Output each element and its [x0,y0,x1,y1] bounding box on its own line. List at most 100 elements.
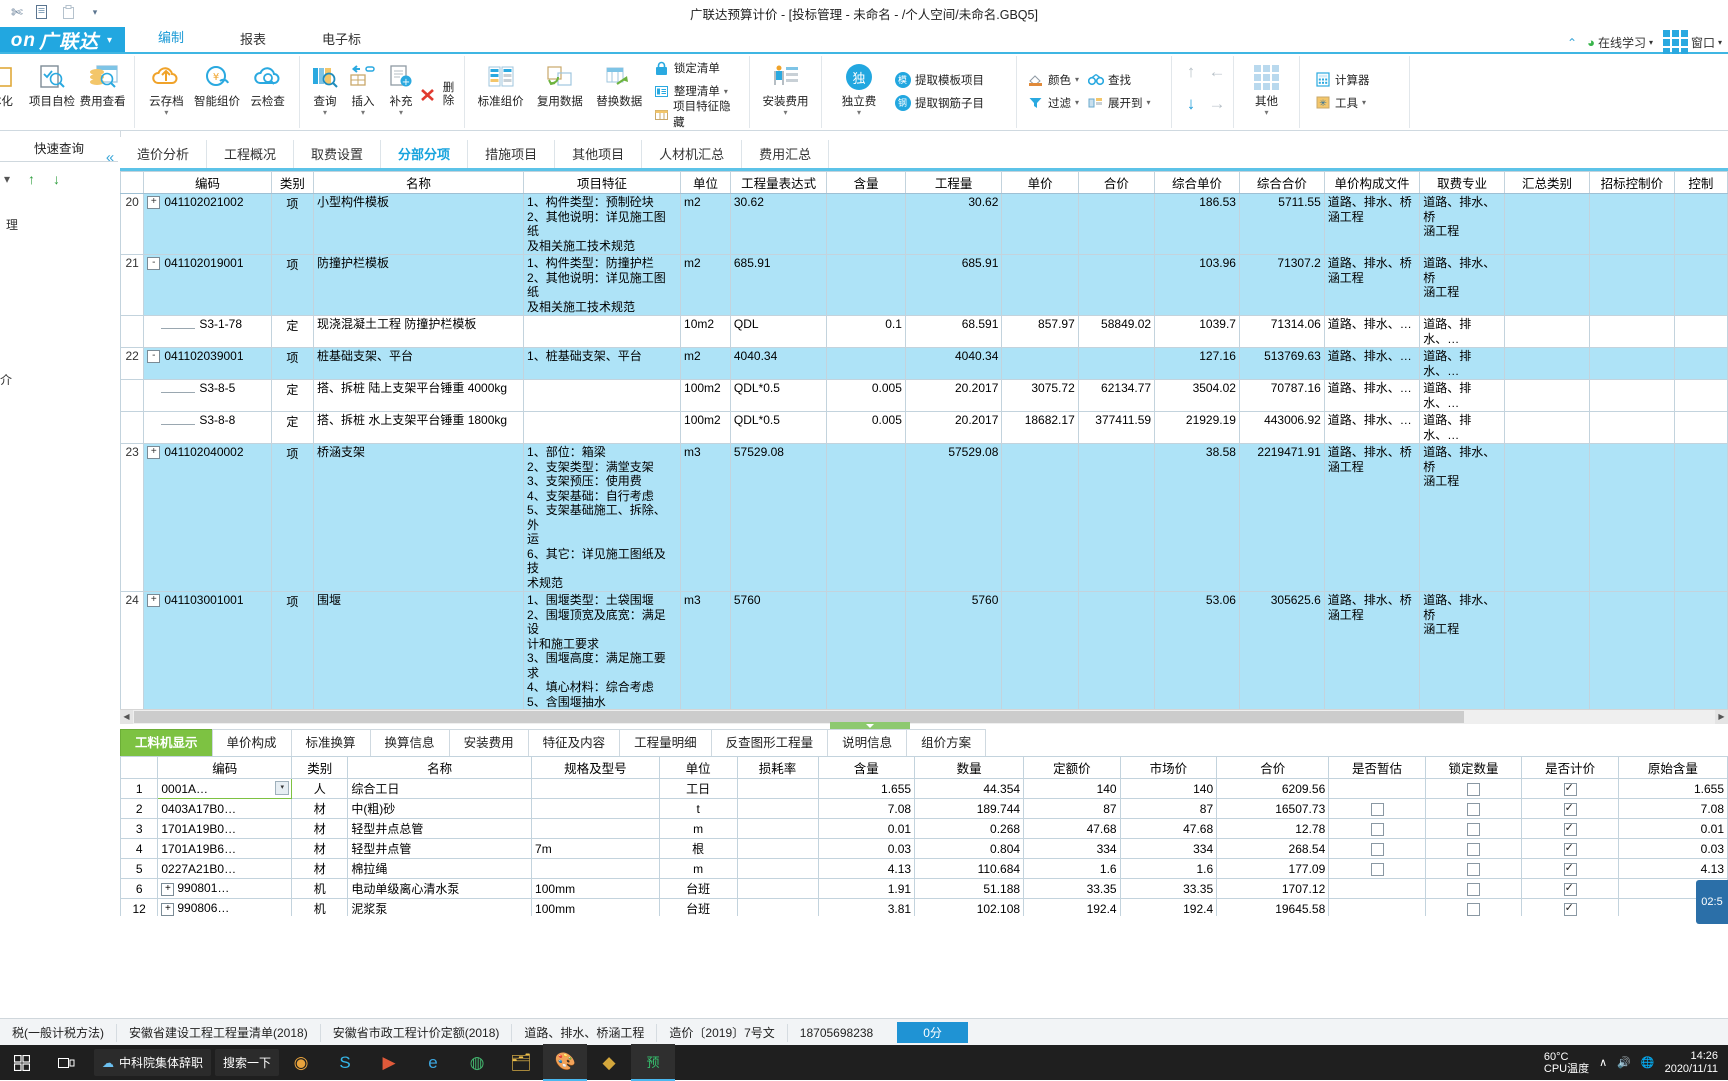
res-cell-name[interactable]: 轻型井点总管 [348,819,532,839]
res-cell-code[interactable]: +990801… [158,879,292,899]
res-cell-cat[interactable]: 材 [292,859,348,879]
cell-unit[interactable]: 100m2 [681,412,731,444]
res-cell-name[interactable]: 棉拉绳 [348,859,532,879]
res-cell-cat[interactable]: 人 [292,779,348,799]
priced-checkbox[interactable] [1564,903,1577,916]
cell-feature[interactable] [524,380,681,412]
cell-qty[interactable]: 30.62 [905,194,1002,255]
res-cell-std_price[interactable]: 334 [1024,839,1121,859]
res-cell-unit[interactable]: t [659,799,737,819]
cell-file[interactable]: 道路、排水、桥 涵工程 [1324,194,1419,255]
ribbon-button-extract-rebar[interactable]: 钢 提取钢筋子目 [894,92,984,113]
res-cell-std_price[interactable]: 87 [1024,799,1121,819]
res-cell-name[interactable]: 电动单级离心清水泵 [348,879,532,899]
cell-category[interactable]: 定 [271,380,313,412]
res-cell-unit[interactable]: 台班 [659,879,737,899]
ribbon-button-fee-view[interactable]: 费用查看 [77,56,128,130]
cell-ctrl[interactable] [1674,412,1727,444]
col-header-项目特征[interactable]: 项目特征 [524,172,681,194]
grid-horizontal-scrollbar[interactable]: ◀ ▶ [120,709,1728,724]
res-cell-content[interactable]: 1.91 [818,879,915,899]
cell-unit[interactable]: m3 [681,592,731,717]
res-cell-unit[interactable]: m [659,859,737,879]
ribbon-button-replace-data[interactable]: 替换数据 [590,56,649,130]
ribbon-button-query[interactable]: 查询 ▾ [306,56,344,130]
res-cell-qty[interactable]: 0.804 [915,839,1024,859]
res-cell-spec[interactable] [532,859,660,879]
cell-major[interactable]: 道路、排水、… [1420,412,1505,444]
cell-major[interactable]: 道路、排水、… [1420,380,1505,412]
taskbar-search[interactable]: 搜索一下 [215,1049,279,1076]
window-menu-caret-icon[interactable]: ▾ [1718,38,1722,47]
cell-unit[interactable]: m2 [681,194,731,255]
cell-file[interactable]: 道路、排水、桥 涵工程 [1324,444,1419,592]
resource-row[interactable]: 50227A21B0…材棉拉绳m4.13110.6841.61.6177.094… [121,859,1728,879]
cell-file[interactable]: 道路、排水、桥 涵工程 [1324,255,1419,316]
cell-qty[interactable]: 57529.08 [905,444,1002,592]
res-cell-spec[interactable] [532,819,660,839]
cell-category[interactable]: 定 [271,316,313,348]
table-row[interactable]: 21-041102019001项防撞护栏模板1、构件类型：防撞护栏 2、其他说明… [121,255,1728,316]
row-expander-icon[interactable]: + [147,594,160,607]
res-col-header-名称[interactable]: 名称 [348,757,532,779]
cell-sum_cat[interactable] [1505,348,1590,380]
res-cell-content[interactable]: 0.03 [818,839,915,859]
res-cell-qty[interactable]: 51.188 [915,879,1024,899]
tab-fee-settings[interactable]: 取费设置 [294,140,381,170]
cell-name[interactable]: 搭、拆桩 陆上支架平台锤重 4000kg [314,380,524,412]
cell-major[interactable]: 道路、排水、… [1420,348,1505,380]
col-header-单价[interactable]: 单价 [1002,172,1078,194]
sidebar-collapse-icon[interactable]: « [101,139,119,175]
res-cell-qty[interactable]: 110.684 [915,859,1024,879]
cell-qty[interactable]: 5760 [905,592,1002,717]
cell-comp_total[interactable]: 71307.2 [1239,255,1324,316]
cell-name[interactable]: 现浇混凝土工程 防撞护栏模板 [314,316,524,348]
resource-grid[interactable]: 编码类别名称规格及型号单位损耗率含量数量定额价市场价合价是否暂估锁定数量是否计价… [120,756,1728,916]
cell-feature[interactable]: 1、桩基础支架、平台 [524,348,681,380]
btab-price-composition[interactable]: 单价构成 [212,729,292,756]
col-header-工程量[interactable]: 工程量 [905,172,1002,194]
priced-checkbox[interactable] [1564,823,1577,836]
res-cell-qty[interactable]: 189.744 [915,799,1024,819]
ribbon-button-other[interactable]: 其他 ▾ [1240,56,1293,130]
cell-price[interactable] [1002,348,1078,380]
ribbon-button-color[interactable]: 颜色 ▾ [1027,69,1079,90]
glodon-icon[interactable]: 预 [631,1044,675,1081]
tab-fee-summary[interactable]: 费用汇总 [742,140,829,170]
res-col-header-单位[interactable]: 单位 [659,757,737,779]
res-cell-original-content[interactable]: 0.03 [1618,839,1727,859]
res-cell-provisional[interactable] [1329,779,1426,799]
cell-comp_total[interactable]: 2219471.91 [1239,444,1324,592]
res-cell-lock-qty[interactable] [1425,819,1522,839]
cell-qty[interactable]: 685.91 [905,255,1002,316]
table-row[interactable]: 20+041102021002项小型构件模板1、构件类型：预制砼块 2、其他说明… [121,194,1728,255]
res-cell-content[interactable]: 7.08 [818,799,915,819]
cell-category[interactable]: 项 [271,592,313,717]
subdivision-grid[interactable]: 编码类别名称项目特征单位工程量表达式含量工程量单价合价综合单价综合合价单价构成文… [120,171,1728,716]
ribbon-button-filter[interactable]: 过滤 ▾ [1027,92,1079,113]
btab-quantity-detail[interactable]: 工程量明细 [619,729,712,756]
cell-name[interactable]: 防撞护栏模板 [314,255,524,316]
priced-checkbox[interactable] [1564,803,1577,816]
res-cell-cat[interactable]: 机 [292,899,348,917]
col-header-汇总类别[interactable]: 汇总类别 [1505,172,1590,194]
cell-comp_total[interactable]: 5711.55 [1239,194,1324,255]
resource-row[interactable]: 10001A…▾人综合工日工日1.65544.3541401406209.561… [121,779,1728,799]
cell-sum_cat[interactable] [1505,380,1590,412]
table-row[interactable]: S3-8-8定搭、拆桩 水上支架平台锤重 1800kg100m2QDL*0.50… [121,412,1728,444]
move-up-icon[interactable]: ↑ [1187,62,1196,82]
tab-cost-analysis[interactable]: 造价分析 [120,140,207,170]
lock-qty-checkbox[interactable] [1467,823,1480,836]
res-cell-spec[interactable]: 100mm [532,899,660,917]
res-cell-name[interactable]: 中(粗)砂 [348,799,532,819]
ribbon-tab-compile[interactable]: 编制 [130,25,212,54]
res-cell-code[interactable]: +990806… [158,899,292,917]
install-fee-dropdown-icon[interactable]: ▾ [783,109,787,116]
ribbon-button-delete[interactable]: 删除 [420,56,458,130]
res-cell-code[interactable]: 1701A19B0… [158,819,292,839]
ribbon-button-integration[interactable]: 体化 [0,56,27,130]
ribbon-button-supplement[interactable]: + 补充 ▾ [382,56,420,130]
cell-feature[interactable]: 1、构件类型：防撞护栏 2、其他说明：详见施工图纸 及相关施工技术规范 [524,255,681,316]
paint-icon[interactable]: 🎨 [543,1044,587,1081]
online-study-button[interactable]: ◕ 在线学习 ▾ [1587,34,1653,51]
